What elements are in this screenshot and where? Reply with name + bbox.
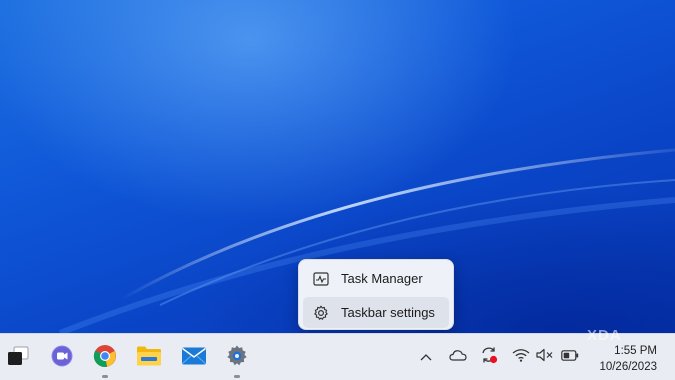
onedrive-tray[interactable]: [448, 347, 468, 367]
battery-icon: [561, 348, 579, 366]
taskbar-context-menu: Task Manager Taskbar settings: [298, 259, 454, 330]
chrome-icon: [93, 344, 117, 373]
gear-icon: [313, 305, 329, 321]
xda-watermark-text: XDA: [587, 327, 622, 344]
folder-icon: [136, 345, 162, 372]
menu-item-taskbar-settings[interactable]: Taskbar settings: [303, 297, 449, 328]
clock-time: 1:55 PM: [614, 345, 657, 357]
taskbar-app-task-view[interactable]: [2, 342, 34, 374]
taskbar-app-file-explorer[interactable]: [133, 342, 165, 374]
menu-item-task-manager[interactable]: Task Manager: [303, 263, 449, 294]
settings-icon: [225, 344, 249, 373]
onedrive-icon: [449, 348, 467, 366]
menu-item-label: Task Manager: [341, 271, 423, 286]
volume-tray[interactable]: [535, 347, 555, 367]
taskbar: 1:55 PM 10/26/2023: [0, 333, 675, 380]
teams-chat-icon: [50, 344, 74, 373]
xda-watermark: XDA: [587, 327, 622, 344]
running-indicator: [102, 375, 108, 378]
wifi-icon: [512, 348, 530, 367]
task-view-icon: [6, 345, 30, 372]
task-manager-icon: [313, 271, 329, 287]
mail-icon: [181, 346, 207, 371]
menu-item-label: Taskbar settings: [341, 305, 435, 320]
clock[interactable]: 1:55 PM 10/26/2023: [599, 343, 657, 375]
taskbar-app-chrome[interactable]: [89, 342, 121, 378]
taskbar-app-settings[interactable]: [221, 342, 253, 378]
sync-icon: [479, 345, 499, 370]
battery-tray[interactable]: [560, 347, 580, 367]
network-tray[interactable]: [511, 347, 531, 367]
show-hidden-icons-button[interactable]: [416, 347, 436, 367]
chevron-up-icon: [420, 348, 432, 366]
volume-muted-icon: [536, 348, 554, 367]
taskbar-app-mail[interactable]: [178, 342, 210, 374]
running-indicator: [234, 375, 240, 378]
sync-tray[interactable]: [479, 347, 499, 367]
taskbar-app-teams-chat[interactable]: [46, 342, 78, 374]
clock-date: 10/26/2023: [599, 361, 657, 373]
